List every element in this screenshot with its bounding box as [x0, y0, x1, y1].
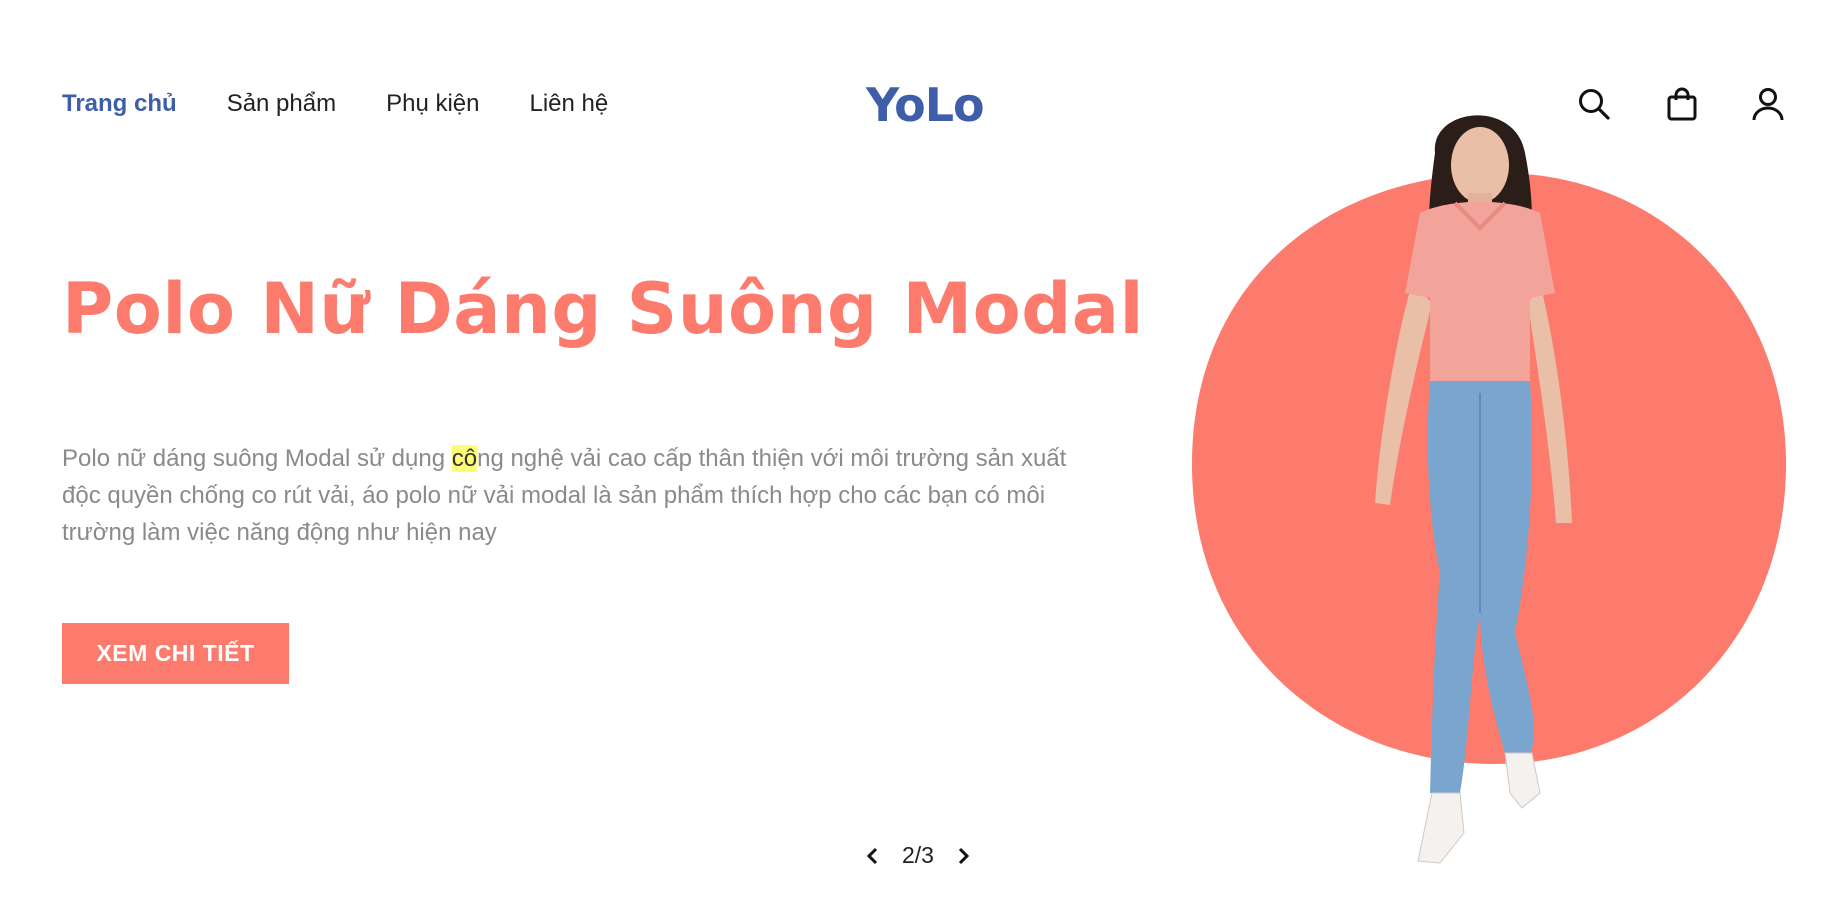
highlighted-text: cô [451, 445, 478, 472]
view-details-button[interactable]: XEM CHI TIẾT [62, 623, 289, 684]
chevron-right-icon[interactable] [952, 845, 974, 867]
hero-description-text-1: Polo nữ dáng suông Modal sử dụng [62, 445, 452, 472]
chevron-left-icon[interactable] [862, 845, 884, 867]
user-icon[interactable] [1750, 86, 1786, 122]
hero-title: Polo Nữ Dáng Suông Modal [62, 268, 1145, 350]
shopping-bag-icon[interactable] [1664, 86, 1700, 122]
slide-counter: 2/3 [902, 842, 934, 868]
hero-description: Polo nữ dáng suông Modal sử dụng công ng… [62, 440, 1082, 551]
model-image [1375, 115, 1572, 864]
slide-pager: 2/3 [862, 842, 974, 869]
